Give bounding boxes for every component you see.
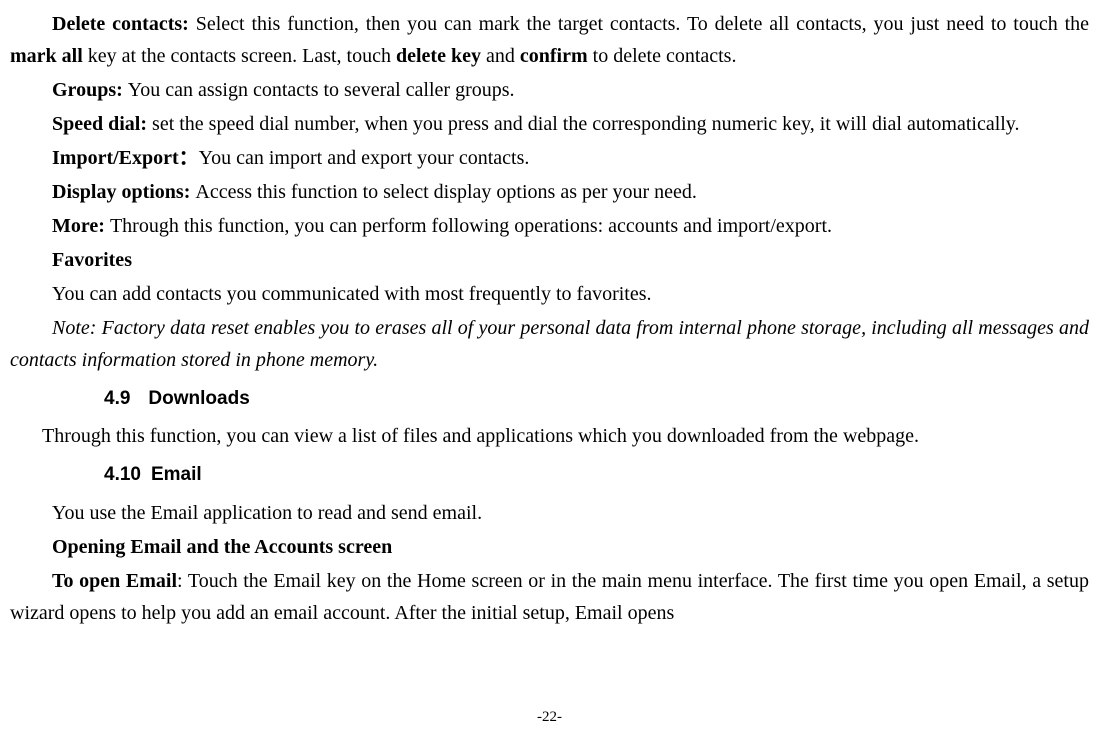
text-more: Through this function, you can perform f…: [110, 215, 832, 237]
paragraph-groups: Groups: You can assign contacts to sever…: [10, 74, 1089, 106]
text-email-intro: You use the Email application to read an…: [52, 502, 482, 524]
text-speed-dial: set the speed dial number, when you pres…: [152, 113, 1019, 135]
section-title-email: Email: [151, 464, 202, 485]
paragraph-favorites-text: You can add contacts you communicated wi…: [10, 278, 1089, 310]
bold-confirm: confirm: [520, 45, 588, 67]
label-delete-contacts: Delete contacts:: [52, 13, 196, 35]
label-speed-dial: Speed dial:: [52, 113, 152, 135]
text-delete-contacts-4: to delete contacts.: [588, 45, 737, 67]
label-display-options: Display options:: [52, 181, 195, 203]
paragraph-email-intro: You use the Email application to read an…: [10, 497, 1089, 529]
text-delete-contacts-1: Select this function, then you can mark …: [196, 13, 1089, 35]
text-groups: You can assign contacts to several calle…: [128, 79, 515, 101]
text-delete-contacts-3: and: [481, 45, 520, 67]
label-import-export: Import/Export：: [52, 147, 199, 169]
paragraph-delete-contacts: Delete contacts: Select this function, t…: [10, 8, 1089, 72]
label-groups: Groups:: [52, 79, 128, 101]
paragraph-to-open-email: To open Email: Touch the Email key on th…: [10, 565, 1089, 629]
text-display-options: Access this function to select display o…: [195, 181, 697, 203]
label-favorites: Favorites: [52, 249, 132, 271]
label-more: More:: [52, 215, 110, 237]
section-title-downloads: Downloads: [148, 388, 249, 409]
section-heading-email: 4.10 Email: [104, 460, 1089, 490]
label-to-open-email: To open Email: [52, 570, 177, 592]
text-note: Note: Factory data reset enables you to …: [10, 317, 1089, 371]
text-delete-contacts-2: key at the contacts screen. Last, touch: [83, 45, 396, 67]
paragraph-note: Note: Factory data reset enables you to …: [10, 312, 1089, 376]
text-import-export: You can import and export your contacts.: [199, 147, 530, 169]
text-downloads: Through this function, you can view a li…: [42, 425, 919, 447]
paragraph-email-opening-heading: Opening Email and the Accounts screen: [10, 531, 1089, 563]
bold-delete-key: delete key: [396, 45, 481, 67]
paragraph-downloads-content: Through this function, you can view a li…: [10, 420, 1089, 452]
section-number-downloads: 4.9: [104, 388, 130, 409]
section-heading-downloads: 4.9 Downloads: [104, 384, 1089, 414]
paragraph-favorites-label: Favorites: [10, 244, 1089, 276]
bold-mark-all: mark all: [10, 45, 83, 67]
paragraph-more: More: Through this function, you can per…: [10, 210, 1089, 242]
page-number: -22-: [537, 705, 562, 729]
section-number-email: 4.10: [104, 464, 141, 485]
label-opening-email: Opening Email and the Accounts screen: [52, 536, 392, 558]
paragraph-display-options: Display options: Access this function to…: [10, 176, 1089, 208]
text-favorites: You can add contacts you communicated wi…: [52, 283, 652, 305]
paragraph-import-export: Import/Export：You can import and export …: [10, 142, 1089, 174]
paragraph-speed-dial: Speed dial: set the speed dial number, w…: [10, 108, 1089, 140]
